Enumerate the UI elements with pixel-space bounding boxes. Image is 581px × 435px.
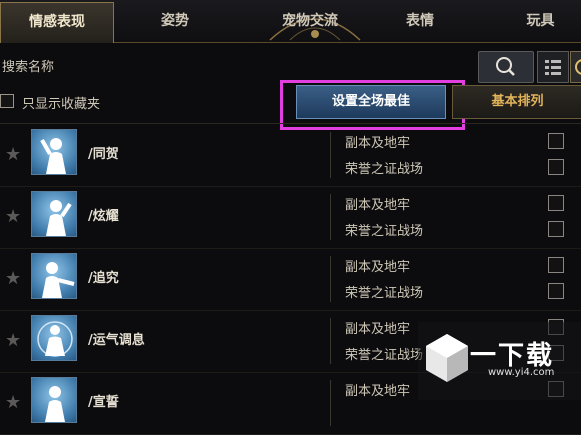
emote-meditate-icon	[31, 315, 77, 361]
emote-name: /炫耀	[88, 209, 119, 224]
search-icon	[496, 57, 515, 76]
column-divider	[330, 318, 331, 364]
favorites-only-checkbox[interactable]	[0, 94, 14, 108]
location-checkbox[interactable]	[548, 159, 564, 175]
location-checkbox[interactable]	[548, 221, 564, 237]
favorite-star-icon[interactable]: ★	[5, 268, 21, 289]
tab-toys[interactable]: 玩具	[500, 0, 581, 42]
list-item[interactable]: ★ /炫耀 副本及地牢 荣誉之证战场	[0, 186, 581, 249]
column-divider	[330, 256, 331, 302]
tab-bar: 情感表现 姿势 宠物交流 表情 玩具	[0, 0, 581, 43]
favorite-star-icon[interactable]: ★	[5, 206, 21, 227]
location-label: 荣誉之证战场	[345, 348, 424, 363]
location-label: 副本及地牢	[345, 322, 411, 337]
column-divider	[330, 194, 331, 240]
location-label: 荣誉之证战场	[345, 286, 424, 301]
emote-oath-icon	[31, 377, 77, 423]
emote-showoff-icon	[31, 191, 77, 237]
tab-emotions[interactable]: 情感表现	[0, 2, 114, 43]
emote-name: /追究	[88, 271, 119, 286]
location-checkbox[interactable]	[548, 283, 564, 299]
emote-name: /宣誓	[88, 395, 119, 410]
location-label: 副本及地牢	[345, 260, 411, 275]
favorite-star-icon[interactable]: ★	[5, 144, 21, 165]
column-divider	[330, 380, 331, 426]
search-input[interactable]	[0, 54, 204, 80]
list-view-button[interactable]	[537, 51, 569, 83]
location-checkbox[interactable]	[548, 257, 564, 273]
location-label: 副本及地牢	[345, 198, 411, 213]
favorite-star-icon[interactable]: ★	[5, 330, 21, 351]
search-button[interactable]	[478, 51, 534, 83]
location-label: 副本及地牢	[345, 384, 411, 399]
gear-icon	[575, 59, 581, 75]
sort-button[interactable]: 基本排列	[452, 85, 581, 119]
column-divider	[330, 132, 331, 178]
favorite-star-icon[interactable]: ★	[5, 392, 21, 413]
settings-button[interactable]	[570, 51, 581, 83]
favorites-only-label: 只显示收藏夹	[22, 97, 101, 112]
set-best-button[interactable]: 设置全场最佳	[296, 85, 446, 119]
watermark-logo-icon	[426, 334, 468, 382]
location-label: 荣誉之证战场	[345, 224, 424, 239]
tab-pet-interaction[interactable]: 宠物交流	[240, 0, 380, 42]
location-checkbox[interactable]	[548, 195, 564, 211]
tab-expressions[interactable]: 表情	[380, 0, 460, 42]
location-label: 副本及地牢	[345, 136, 411, 151]
list-item[interactable]: ★ /追究 副本及地牢 荣誉之证战场	[0, 248, 581, 311]
location-checkbox[interactable]	[548, 133, 564, 149]
emote-accuse-icon	[31, 253, 77, 299]
emote-name: /运气调息	[88, 333, 145, 348]
watermark-url: www.yi4.com	[488, 367, 555, 378]
location-label: 荣誉之证战场	[345, 162, 424, 177]
emote-congratulate-icon	[31, 129, 77, 175]
list-item[interactable]: ★ /同贺 副本及地牢 荣誉之证战场	[0, 124, 581, 187]
emote-name: /同贺	[88, 147, 119, 162]
list-view-icon	[545, 60, 561, 75]
tab-poses[interactable]: 姿势	[120, 0, 230, 42]
